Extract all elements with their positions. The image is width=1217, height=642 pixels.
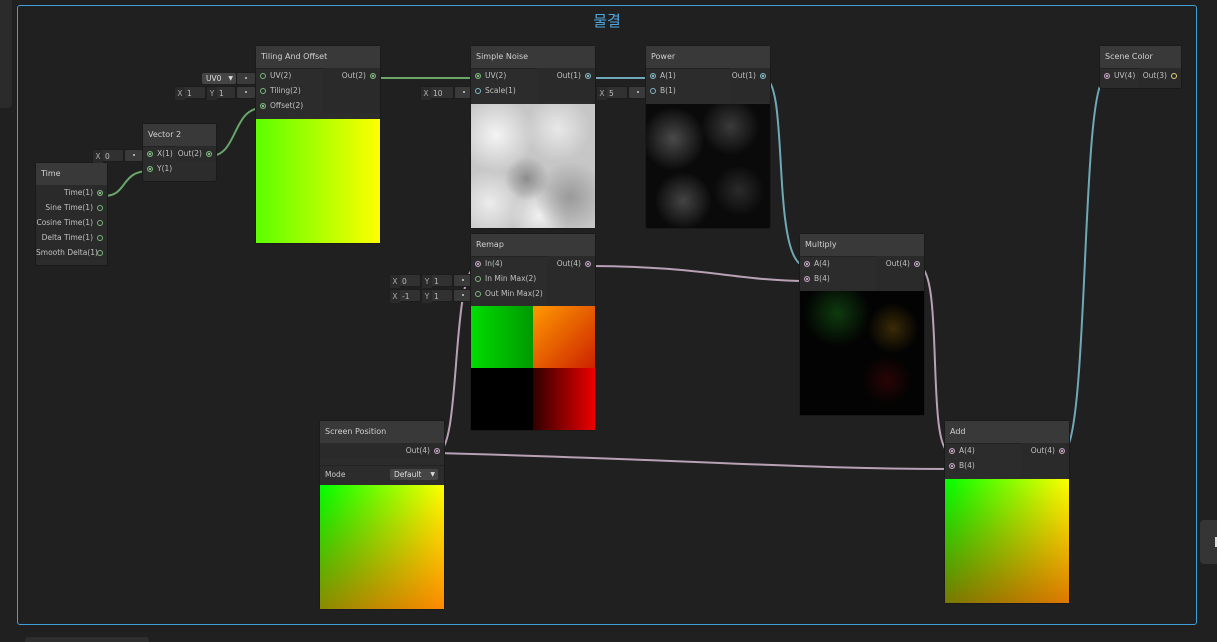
power-b-input-port[interactable]: B(1) (646, 83, 676, 98)
multiply-a-input-port[interactable]: A(4) (800, 256, 830, 271)
blackboard-toggle-tab[interactable] (1200, 520, 1217, 564)
vector2-node[interactable]: Vector 2 X(1) Y(1) Out(2) (143, 124, 216, 181)
vector2-node-title[interactable]: Vector 2 (143, 124, 216, 147)
noise-out-port[interactable]: Out(1) (537, 68, 595, 83)
add-preview (945, 479, 1069, 603)
screen-position-mode-row: Mode Default ▼ (320, 465, 444, 484)
multiply-b-input-port[interactable]: B(4) (800, 271, 830, 286)
add-a-input-port[interactable]: A(4) (945, 443, 975, 458)
screen-position-node-title[interactable]: Screen Position (320, 421, 444, 444)
tiling-preview (256, 119, 380, 243)
vector2-y-input-port[interactable]: Y(1) (143, 161, 173, 176)
multiply-preview (800, 291, 924, 415)
multiply-out-port[interactable]: Out(4) (876, 256, 924, 271)
mode-label: Mode (325, 470, 346, 479)
power-preview (646, 104, 770, 228)
uv-channel-dropdown[interactable]: UV0 ▼ (202, 73, 236, 84)
scene-color-uv-input-port[interactable]: UV(4) (1100, 68, 1135, 83)
add-node[interactable]: Add A(4) B(4) Out(4) (945, 421, 1069, 603)
multiply-node[interactable]: Multiply A(4) B(4) Out(4) (800, 234, 924, 415)
mode-dropdown[interactable]: Default ▼ (390, 469, 438, 480)
screen-position-out-port[interactable]: Out(4) (320, 443, 444, 458)
simple-noise-node[interactable]: Simple Noise UV(2) Scale(1) Out(1) (471, 46, 595, 228)
tiling-tiling-input-port[interactable]: Tiling(2) (256, 83, 303, 98)
tiling-node-title[interactable]: Tiling And Offset (256, 46, 380, 69)
add-b-input-port[interactable]: B(4) (945, 458, 975, 473)
noise-node-title[interactable]: Simple Noise (471, 46, 595, 69)
remap-node-title[interactable]: Remap (471, 234, 595, 257)
time-node-title[interactable]: Time (36, 163, 107, 186)
power-node[interactable]: Power A(1) B(1) Out(1) (646, 46, 770, 228)
vector2-out-port[interactable]: Out(2) (176, 146, 216, 161)
smooth-delta-output-port[interactable]: Smooth Delta(1) (36, 245, 107, 260)
chevron-down-icon: ▼ (430, 471, 435, 478)
remap-preview (471, 306, 595, 430)
power-node-title[interactable]: Power (646, 46, 770, 69)
sine-time-output-port[interactable]: Sine Time(1) (36, 200, 107, 215)
power-a-input-port[interactable]: A(1) (646, 68, 676, 83)
remap-in-min-max-input-port[interactable]: In Min Max(2) (471, 271, 543, 286)
power-out-port[interactable]: Out(1) (730, 68, 770, 83)
side-panel-tab[interactable] (0, 0, 12, 108)
multiply-node-title[interactable]: Multiply (800, 234, 924, 257)
time-node[interactable]: Time Time(1) Sine Time(1) Cosine Time(1)… (36, 163, 107, 265)
cosine-time-output-port[interactable]: Cosine Time(1) (36, 215, 107, 230)
noise-preview (471, 104, 595, 228)
time-output-port[interactable]: Time(1) (36, 185, 107, 200)
scene-color-node[interactable]: Scene Color UV(4) Out(3) (1100, 46, 1181, 88)
screen-position-node[interactable]: Screen Position Out(4) Mode Default ▼ (320, 421, 444, 609)
scene-color-node-title[interactable]: Scene Color (1100, 46, 1181, 69)
scene-color-out-port[interactable]: Out(3) (1139, 68, 1181, 83)
screen-position-preview (320, 485, 444, 609)
tiling-and-offset-node[interactable]: Tiling And Offset UV(2) Tiling(2) Offset… (256, 46, 380, 243)
remap-in-input-port[interactable]: In(4) (471, 256, 543, 271)
tiling-uv-input-port[interactable]: UV(2) (256, 68, 303, 83)
group-title[interactable]: 물결 (18, 10, 1196, 31)
chevron-down-icon: ▼ (228, 75, 233, 82)
vector2-x-input-port[interactable]: X(1) (143, 146, 173, 161)
tiling-offset-input-port[interactable]: Offset(2) (256, 98, 303, 113)
remap-node[interactable]: Remap In(4) In Min Max(2) Out Min Max(2)… (471, 234, 595, 430)
noise-uv-input-port[interactable]: UV(2) (471, 68, 516, 83)
remap-out-port[interactable]: Out(4) (547, 256, 595, 271)
delta-time-output-port[interactable]: Delta Time(1) (36, 230, 107, 245)
remap-out-min-max-input-port[interactable]: Out Min Max(2) (471, 286, 543, 301)
tiling-out-port[interactable]: Out(2) (323, 68, 380, 83)
noise-scale-input-port[interactable]: Scale(1) (471, 83, 516, 98)
add-node-title[interactable]: Add (945, 421, 1069, 444)
bottom-panel-tab[interactable] (25, 637, 149, 642)
add-out-port[interactable]: Out(4) (1021, 443, 1069, 458)
